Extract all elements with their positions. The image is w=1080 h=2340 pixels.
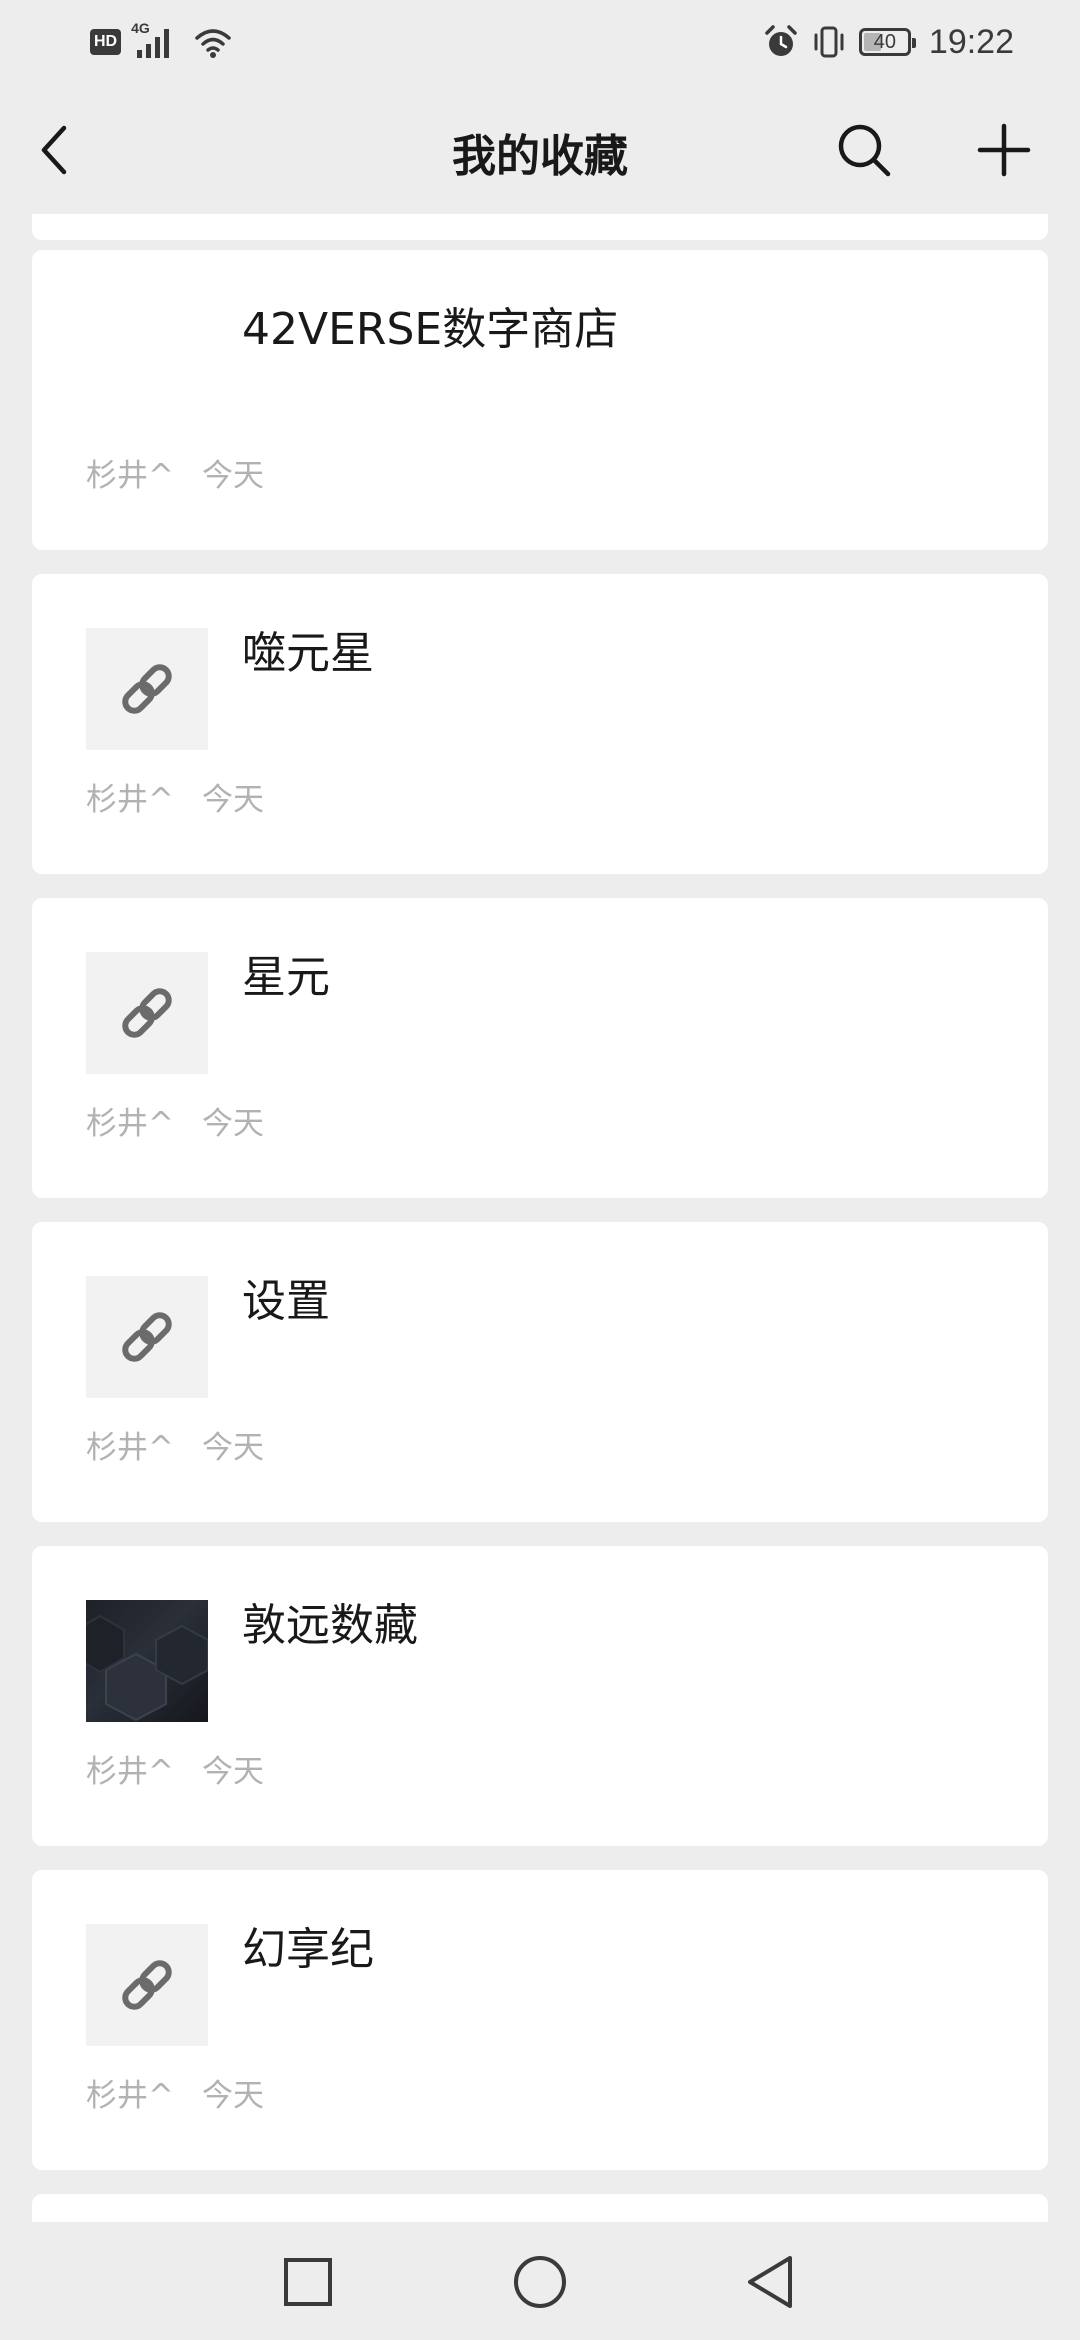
favorite-meta: 杉井^ 今天 <box>86 1428 264 1468</box>
favorite-card[interactable]: 噬元星 杉井^ 今天 <box>32 574 1048 874</box>
favorite-card[interactable]: 敦远数藏 杉井^ 今天 <box>32 1546 1048 1846</box>
page-title: 我的收藏 <box>452 131 628 182</box>
favorite-date: 今天 <box>201 458 264 494</box>
favorite-date: 今天 <box>201 782 264 818</box>
favorite-date: 今天 <box>201 1754 264 1790</box>
hd-badge: HD <box>90 29 122 55</box>
favorite-title: 42VERSE数字商店 <box>242 304 619 355</box>
favorite-author: 杉井^ <box>86 2078 174 2114</box>
plus-icon <box>977 123 1031 177</box>
favorite-thumbnail <box>86 628 208 750</box>
back-system-button[interactable] <box>730 2242 810 2322</box>
favorite-title: 噬元星 <box>242 628 374 679</box>
favorite-thumbnail <box>86 952 208 1074</box>
favorite-date: 今天 <box>201 1106 264 1142</box>
favorite-card-partial-top[interactable] <box>32 214 1048 240</box>
favorite-meta: 杉井^ 今天 <box>86 1752 264 1792</box>
battery-level: 40 <box>873 30 897 53</box>
dark-hexagon-image <box>86 1614 208 1722</box>
add-button[interactable] <box>972 118 1036 182</box>
signal-icon: 4G <box>131 20 183 60</box>
favorite-author: 杉井^ <box>86 458 174 494</box>
link-icon <box>122 664 172 714</box>
vibrate-icon <box>811 24 847 60</box>
square-icon <box>284 2258 332 2306</box>
status-time: 19:22 <box>928 22 1014 61</box>
favorite-author: 杉井^ <box>86 1754 174 1790</box>
recent-apps-button[interactable] <box>268 2242 348 2322</box>
search-icon <box>838 124 891 177</box>
favorite-title: 敦远数藏 <box>242 1600 418 1651</box>
favorites-list[interactable]: 42VERSE数字商店 杉井^ 今天 噬元星 杉井^ 今天 星元 杉井^ 今天 … <box>0 214 1080 2222</box>
favorite-meta: 杉井^ 今天 <box>86 780 264 820</box>
triangle-back-icon <box>748 2256 792 2308</box>
status-left: HD 4G <box>90 20 233 60</box>
favorite-thumbnail-image <box>86 1600 208 1722</box>
favorite-card[interactable]: 幻享纪 杉井^ 今天 <box>32 1870 1048 2170</box>
favorite-title: 幻享纪 <box>242 1924 374 1975</box>
favorite-thumbnail <box>86 1276 208 1398</box>
favorite-date: 今天 <box>201 2078 264 2114</box>
link-icon <box>122 1960 172 2010</box>
favorite-card[interactable]: 42VERSE数字商店 杉井^ 今天 <box>32 250 1048 550</box>
home-button[interactable] <box>500 2242 580 2322</box>
favorite-author: 杉井^ <box>86 782 174 818</box>
status-bar: HD 4G 40 19:22 <box>0 0 1080 84</box>
system-nav-bar <box>0 2222 1080 2340</box>
link-icon <box>122 1312 172 1362</box>
nav-bar: 我的收藏 <box>0 84 1080 214</box>
favorite-card[interactable]: 设置 杉井^ 今天 <box>32 1222 1048 1522</box>
wifi-icon <box>193 24 233 60</box>
favorite-author: 杉井^ <box>86 1106 174 1142</box>
favorite-meta: 杉井^ 今天 <box>86 456 264 496</box>
circle-icon <box>514 2256 566 2308</box>
search-button[interactable] <box>832 118 896 182</box>
favorite-author: 杉井^ <box>86 1430 174 1466</box>
battery-icon: 40 <box>858 28 916 56</box>
favorite-thumbnail <box>86 1924 208 2046</box>
status-right: 40 19:22 <box>763 22 1014 62</box>
favorite-card[interactable]: 星元 杉井^ 今天 <box>32 898 1048 1198</box>
favorite-title: 星元 <box>242 952 330 1003</box>
favorite-date: 今天 <box>201 1430 264 1466</box>
alarm-icon <box>763 24 799 60</box>
favorite-meta: 杉井^ 今天 <box>86 2076 264 2116</box>
link-icon <box>122 988 172 1038</box>
favorite-title: 设置 <box>242 1276 330 1327</box>
favorite-meta: 杉井^ 今天 <box>86 1104 264 1144</box>
favorite-card-partial-bottom[interactable] <box>32 2194 1048 2222</box>
